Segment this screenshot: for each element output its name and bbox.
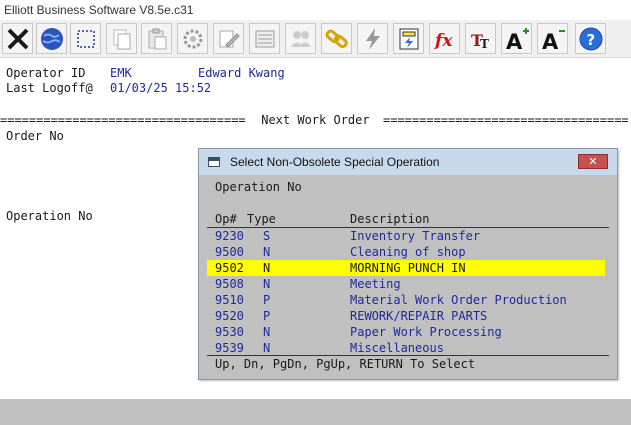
window-title: Elliott Business Software V8.5e.c31 <box>0 0 631 20</box>
op-type: S <box>263 229 271 243</box>
list-button[interactable] <box>249 23 280 54</box>
font-increase-button[interactable]: A <box>501 23 532 54</box>
col-header-description: Description <box>350 212 430 226</box>
op-description: Material Work Order Production <box>350 293 567 307</box>
op-description: REWORK/REPAIR PARTS <box>350 309 488 323</box>
operation-row[interactable]: 9500 N Cleaning of shop <box>207 244 605 260</box>
operation-row[interactable]: 9539 N Miscellaneous <box>207 340 605 356</box>
users-icon <box>290 30 311 47</box>
operation-no-label: Operation No <box>6 209 93 223</box>
paste-icon <box>148 28 166 49</box>
dialog-footer-hint: Up, Dn, PgDn, PgUp, RETURN To Select <box>215 357 476 371</box>
lightning-button[interactable] <box>357 23 388 54</box>
globe-icon <box>40 27 63 50</box>
edit-icon <box>219 30 240 48</box>
op-description: Meeting <box>350 277 401 291</box>
svg-text:T: T <box>480 37 489 51</box>
window-icon <box>208 157 220 167</box>
op-description: Inventory Transfer <box>350 229 481 243</box>
op-number: 9539 <box>215 341 244 355</box>
link-icon <box>325 29 348 48</box>
operator-id: EMK <box>110 66 132 80</box>
paste-button[interactable] <box>141 23 172 54</box>
globe-button[interactable] <box>36 23 67 54</box>
order-no-label: Order No <box>6 129 64 143</box>
operation-row[interactable]: 9530 N Paper Work Processing <box>207 324 605 340</box>
last-logoff-value: 01/03/25 15:52 <box>110 81 212 95</box>
function-icon: fx <box>434 31 453 51</box>
link-button[interactable] <box>321 23 352 54</box>
lightning-icon <box>365 27 380 50</box>
footer-divider <box>207 355 609 356</box>
col-header-type: Type <box>247 212 276 226</box>
last-logoff-label: Last Logoff@ <box>6 81 93 95</box>
calculator-icon <box>399 28 418 49</box>
font-decrease-button[interactable]: A <box>537 23 568 54</box>
op-number: 9530 <box>215 325 244 339</box>
settings-button[interactable] <box>177 23 208 54</box>
op-number: 9508 <box>215 277 244 291</box>
section-title: Next Work Order <box>254 113 377 127</box>
operation-row-selected[interactable]: 9502 N MORNING PUNCH IN <box>207 260 605 276</box>
operation-row[interactable]: 9510 P Material Work Order Production <box>207 292 605 308</box>
select-icon <box>76 29 95 48</box>
op-type: N <box>263 341 271 355</box>
op-description: Cleaning of shop <box>350 245 466 259</box>
section-divider-right: ================================== <box>383 113 629 127</box>
op-number: 9502 <box>215 261 244 275</box>
font-decrease-icon: A <box>542 29 565 52</box>
dialog-title: Select Non-Obsolete Special Operation <box>230 155 440 169</box>
toolbar: fx TT A A ? <box>0 20 631 58</box>
help-button[interactable]: ? <box>575 23 606 54</box>
svg-text:fx: fx <box>434 31 453 51</box>
op-number: 9510 <box>215 293 244 307</box>
font-icon: TT <box>471 31 489 51</box>
svg-text:?: ? <box>586 31 595 49</box>
function-button[interactable]: fx <box>429 23 460 54</box>
op-description: Paper Work Processing <box>350 325 502 339</box>
users-button[interactable] <box>285 23 316 54</box>
exit-button[interactable] <box>2 23 33 54</box>
settings-icon <box>183 29 202 48</box>
op-type: N <box>263 261 271 275</box>
status-bar <box>0 399 631 425</box>
calculator-button[interactable] <box>393 23 424 54</box>
copy-icon <box>113 29 130 49</box>
operation-row[interactable]: 9230 S Inventory Transfer <box>207 228 605 244</box>
close-icon: ✕ <box>588 155 598 168</box>
operator-name: Edward Kwang <box>198 66 285 80</box>
op-number: 9230 <box>215 229 244 243</box>
op-type: P <box>263 309 271 323</box>
close-button[interactable]: ✕ <box>578 154 608 169</box>
svg-text:A: A <box>542 30 559 52</box>
operation-row[interactable]: 9508 N Meeting <box>207 276 605 292</box>
operator-label: Operator ID <box>6 66 86 80</box>
op-description: MORNING PUNCH IN <box>350 261 466 275</box>
op-type: N <box>263 277 271 291</box>
dialog-titlebar: Select Non-Obsolete Special Operation ✕ <box>199 149 617 175</box>
exit-icon <box>7 28 28 49</box>
svg-text:A: A <box>506 30 523 52</box>
font-increase-icon: A <box>506 27 529 52</box>
op-number: 9520 <box>215 309 244 323</box>
dialog-prompt: Operation No <box>215 180 302 194</box>
edit-button[interactable] <box>213 23 244 54</box>
op-description: Miscellaneous <box>350 341 444 355</box>
font-button[interactable]: TT <box>465 23 496 54</box>
select-button[interactable] <box>70 23 101 54</box>
op-type: N <box>263 245 271 259</box>
help-icon: ? <box>579 27 602 50</box>
operation-row[interactable]: 9520 P REWORK/REPAIR PARTS <box>207 308 605 324</box>
section-divider-left: ================================== <box>0 113 246 127</box>
list-icon <box>255 30 274 47</box>
copy-button[interactable] <box>106 23 137 54</box>
col-header-op: Op# <box>215 212 237 226</box>
op-type: P <box>263 293 271 307</box>
op-number: 9500 <box>215 245 244 259</box>
select-operation-dialog: Select Non-Obsolete Special Operation ✕ … <box>198 148 618 380</box>
op-type: N <box>263 325 271 339</box>
